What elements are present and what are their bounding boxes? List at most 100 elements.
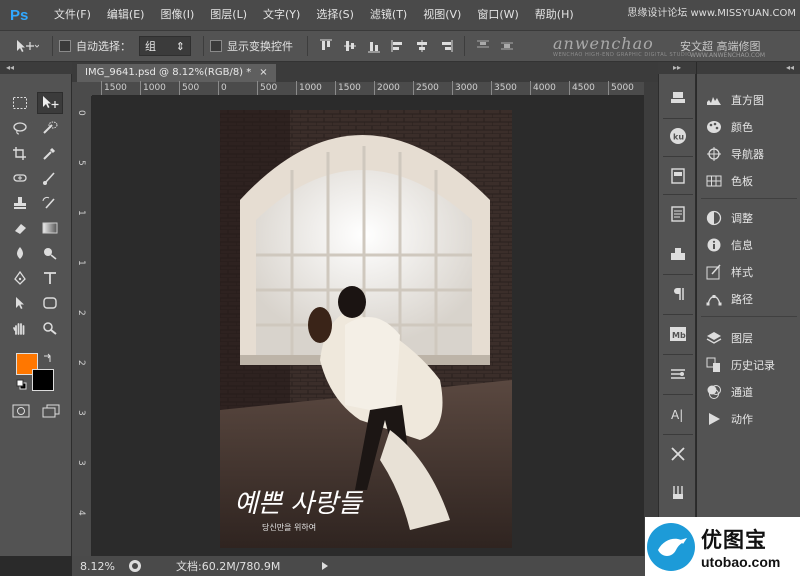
status-menu-arrow-icon[interactable] <box>320 561 330 571</box>
panel-channels[interactable]: 通道 <box>705 382 753 402</box>
screen-mode-button[interactable] <box>42 404 60 421</box>
separator <box>701 316 797 317</box>
vertical-ruler[interactable]: 0 5 1 1 2 2 3 3 4 <box>72 96 92 556</box>
type-tool[interactable] <box>37 267 63 289</box>
move-tool-preset[interactable] <box>6 35 46 57</box>
menu-image[interactable]: 图像(I) <box>152 0 202 30</box>
gradient-tool[interactable] <box>37 217 63 239</box>
lasso-tool[interactable] <box>7 117 33 139</box>
zoom-tool[interactable] <box>37 317 63 339</box>
panel-actions[interactable]: 动作 <box>705 409 753 429</box>
separator <box>663 274 693 275</box>
brush-presets-button[interactable] <box>667 88 689 108</box>
menu-window[interactable]: 窗口(W) <box>469 0 526 30</box>
healing-brush-tool[interactable] <box>7 167 33 189</box>
brush-tool[interactable] <box>37 167 63 189</box>
auto-select-dropdown[interactable]: 组 ⇕ <box>139 36 191 56</box>
panel-styles[interactable]: 样式 <box>705 262 753 282</box>
vertical-scrollbar[interactable] <box>644 82 658 556</box>
show-transform-checkbox[interactable] <box>210 40 222 52</box>
align-top-icon[interactable] <box>318 38 334 54</box>
panel-icon-column: ku Mb A| <box>658 74 696 576</box>
zoom-level[interactable]: 8.12% <box>80 560 122 573</box>
panel-adjustments[interactable]: 调整 <box>705 208 753 228</box>
panel-paths[interactable]: 路径 <box>705 289 753 309</box>
crop-tool[interactable] <box>7 142 33 164</box>
panel-history[interactable]: 历史记录 <box>705 355 775 375</box>
dodge-tool[interactable] <box>37 242 63 264</box>
timeline-button[interactable] <box>667 364 689 384</box>
stamp-icon <box>14 197 26 209</box>
default-colors-icon[interactable] <box>16 379 28 391</box>
close-tab-icon[interactable]: × <box>259 64 267 82</box>
mini-bridge-button[interactable]: Mb <box>667 324 689 344</box>
panel-navigator[interactable]: 导航器 <box>705 144 764 164</box>
ruler-tick <box>335 81 336 95</box>
path-select-tool[interactable] <box>7 292 33 314</box>
menu-filter[interactable]: 滤镜(T) <box>362 0 415 30</box>
horizontal-ruler[interactable]: 1500 1000 500 0 500 1000 1500 2000 2500 3000 3500 4… <box>92 81 644 96</box>
quick-mask-button[interactable] <box>12 404 30 421</box>
distribute-center-icon[interactable] <box>499 38 515 54</box>
align-bottom-icon[interactable] <box>366 38 382 54</box>
panel-swatches[interactable]: 色板 <box>705 171 753 191</box>
menu-select[interactable]: 选择(S) <box>308 0 362 30</box>
panel-adjustments-label: 调整 <box>731 212 753 225</box>
toolbar-collapse-button[interactable]: ◂◂ <box>0 62 72 74</box>
panel-layers[interactable]: 图层 <box>705 328 753 348</box>
align-right-icon[interactable] <box>438 38 454 54</box>
distribute-top-icon[interactable] <box>475 38 491 54</box>
auto-select-checkbox[interactable] <box>59 40 71 52</box>
move-tool[interactable] <box>37 92 63 114</box>
panel-color[interactable]: 颜色 <box>705 117 753 137</box>
ruler-origin[interactable] <box>72 82 92 96</box>
panels-collapse-button[interactable]: ◂◂ <box>697 62 800 74</box>
tool-presets-button[interactable] <box>667 444 689 464</box>
svg-text:A|: A| <box>671 408 683 422</box>
menu-help[interactable]: 帮助(H) <box>527 0 582 30</box>
shape-tool[interactable] <box>37 292 63 314</box>
hand-tool[interactable] <box>7 317 33 339</box>
auto-select-value: 组 <box>145 40 156 53</box>
menu-edit[interactable]: 编辑(E) <box>99 0 153 30</box>
menu-file[interactable]: 文件(F) <box>46 0 99 30</box>
align-vcenter-icon[interactable] <box>342 38 358 54</box>
panel-channels-label: 通道 <box>731 386 753 399</box>
separator <box>701 198 797 199</box>
history-brush-tool[interactable] <box>37 192 63 214</box>
character-button[interactable]: A| <box>667 404 689 424</box>
eyedropper-icon <box>43 147 56 160</box>
blur-tool[interactable] <box>7 242 33 264</box>
align-hcenter-icon[interactable] <box>414 38 430 54</box>
panel-layers-label: 图层 <box>731 332 753 345</box>
panel-info-label: 信息 <box>731 239 753 252</box>
clone-stamp-tool[interactable] <box>7 192 33 214</box>
brush-panel-button[interactable] <box>667 482 689 502</box>
status-info-icon[interactable] <box>128 559 142 573</box>
background-color-swatch[interactable] <box>32 369 54 391</box>
document-tab[interactable]: IMG_9641.psd @ 8.12%(RGB/8) * × <box>77 64 276 82</box>
clone-source-button[interactable] <box>667 244 689 264</box>
menu-layer[interactable]: 图层(L) <box>202 0 255 30</box>
marquee-tool[interactable] <box>7 92 33 114</box>
document-image[interactable]: 예쁜 사랑들 당신만을 위하여 <box>220 110 512 548</box>
quick-select-tool[interactable] <box>37 117 63 139</box>
menu-type[interactable]: 文字(Y) <box>255 0 308 30</box>
pen-tool[interactable] <box>7 267 33 289</box>
menu-view[interactable]: 视图(V) <box>415 0 469 30</box>
eyedropper-tool[interactable] <box>37 142 63 164</box>
align-left-icon[interactable] <box>390 38 406 54</box>
separator <box>663 314 693 315</box>
iconcol-collapse-button[interactable]: ▸▸ <box>658 62 696 74</box>
ruler-tick <box>140 81 141 95</box>
kuler-button[interactable]: ku <box>667 126 689 146</box>
panel-histogram[interactable]: 直方图 <box>705 90 764 110</box>
panel-info[interactable]: 信息 <box>705 235 753 255</box>
swap-colors-icon[interactable] <box>42 353 54 365</box>
properties-button[interactable] <box>667 204 689 224</box>
document-tab-title: IMG_9641.psd @ 8.12%(RGB/8) * <box>85 67 252 78</box>
paragraph-button[interactable] <box>667 284 689 304</box>
eraser-tool[interactable] <box>7 217 33 239</box>
ruler-tick <box>569 81 570 95</box>
character-styles-button[interactable] <box>667 166 689 186</box>
